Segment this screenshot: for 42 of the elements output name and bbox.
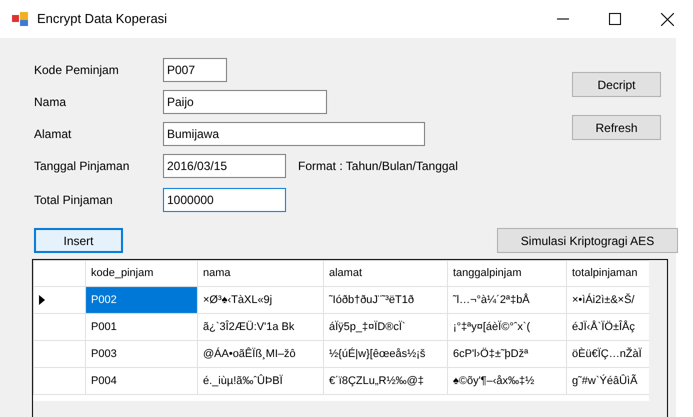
- column-header[interactable]: nama: [198, 260, 324, 286]
- table-cell[interactable]: P003: [86, 340, 198, 368]
- table-cell[interactable]: @ÁA•oãÊÏß¸MI–žô: [198, 340, 324, 368]
- input-field[interactable]: P007: [163, 58, 227, 82]
- input-field[interactable]: Paijo: [163, 90, 327, 114]
- field-label: Alamat: [34, 126, 72, 143]
- close-icon[interactable]: [660, 12, 674, 26]
- input-field[interactable]: 1000000: [163, 188, 286, 212]
- field-label: Tanggal Pinjaman: [34, 158, 130, 175]
- insert-button[interactable]: Insert: [34, 228, 123, 253]
- window-title: Encrypt Data Koperasi: [37, 10, 168, 28]
- table-cell[interactable]: ã¿`3Î2ÆÜ:V'1a Bk: [198, 314, 324, 340]
- column-header[interactable]: kode_pinjam: [86, 260, 198, 286]
- table-cell[interactable]: é._iùµ!ã‰ˆÛÞBÏ: [198, 368, 324, 394]
- column-header[interactable]: tanggalpinjam: [448, 260, 566, 286]
- horizontal-scrollbar[interactable]: [33, 401, 667, 417]
- table-cell[interactable]: €´ï8ÇZLu„R½‰@‡: [324, 368, 448, 394]
- maximize-icon[interactable]: [609, 13, 621, 25]
- table-cell[interactable]: P002: [86, 286, 198, 314]
- table-cell[interactable]: ˜Ióðb†ðuJ¨˜³ëT1ð: [324, 286, 448, 314]
- action-button[interactable]: Decript: [572, 72, 661, 97]
- table-cell[interactable]: P001: [86, 314, 198, 340]
- table-cell[interactable]: ×Ø³♠‹TàXL«9j: [198, 286, 324, 314]
- action-button[interactable]: Refresh: [572, 115, 661, 140]
- table-cell[interactable]: ¡°‡ªy¤[áèÏ©°ˆx`(: [448, 314, 566, 340]
- data-grid[interactable]: [32, 259, 668, 417]
- field-label: Nama: [34, 94, 68, 111]
- table-cell[interactable]: áÏÿ5p_‡¤ÏD®cÏ`: [324, 314, 448, 340]
- field-label: Kode Peminjam: [34, 62, 120, 79]
- input-field[interactable]: Bumijawa: [163, 122, 425, 146]
- table-cell[interactable]: ♠©õy'¶–‹åx‰‡½: [448, 368, 566, 394]
- app-icon: [12, 12, 29, 26]
- table-cell[interactable]: 6cP'l›Ö‡±˜þDžª: [448, 340, 566, 368]
- format-hint: Format : Tahun/Bulan/Tanggal: [298, 158, 458, 175]
- simulate-button[interactable]: Simulasi Kriptogragi AES: [497, 228, 678, 253]
- table-cell[interactable]: P004: [86, 368, 198, 394]
- column-header[interactable]: alamat: [324, 260, 448, 286]
- table-cell[interactable]: ½{úÉ|w}[êœeås½¡š: [324, 340, 448, 368]
- vertical-scrollbar[interactable]: [649, 260, 667, 402]
- table-cell[interactable]: ˜l…¬°à¼´2ª‡bÅ: [448, 286, 566, 314]
- input-field[interactable]: 2016/03/15: [163, 154, 286, 178]
- field-label: Total Pinjaman: [34, 192, 114, 209]
